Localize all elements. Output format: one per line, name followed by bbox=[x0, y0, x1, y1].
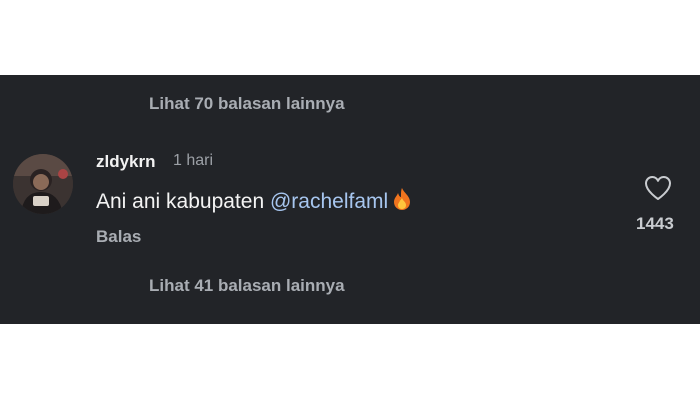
comment-timestamp: 1 hari bbox=[173, 152, 214, 169]
comment-username[interactable]: zldykrn bbox=[96, 152, 156, 172]
view-more-replies-bottom[interactable]: Lihat 41 balasan lainnya bbox=[149, 276, 345, 296]
reply-button[interactable]: Balas bbox=[96, 227, 141, 247]
like-count: 1443 bbox=[636, 214, 674, 233]
fire-icon bbox=[392, 187, 412, 217]
heart-outline-icon[interactable] bbox=[644, 175, 672, 201]
comment-text: Ani ani kabupaten @rachelfaml bbox=[96, 187, 412, 217]
view-more-replies-top[interactable]: Lihat 70 balasan lainnya bbox=[149, 94, 345, 114]
comment-mention[interactable]: @rachelfaml bbox=[270, 190, 388, 213]
comment-body: Ani ani kabupaten bbox=[96, 190, 270, 213]
avatar-image bbox=[13, 154, 73, 214]
avatar[interactable] bbox=[13, 154, 73, 214]
comments-panel: Lihat 70 balasan lainnya zldykrn 1 hari … bbox=[0, 75, 700, 324]
